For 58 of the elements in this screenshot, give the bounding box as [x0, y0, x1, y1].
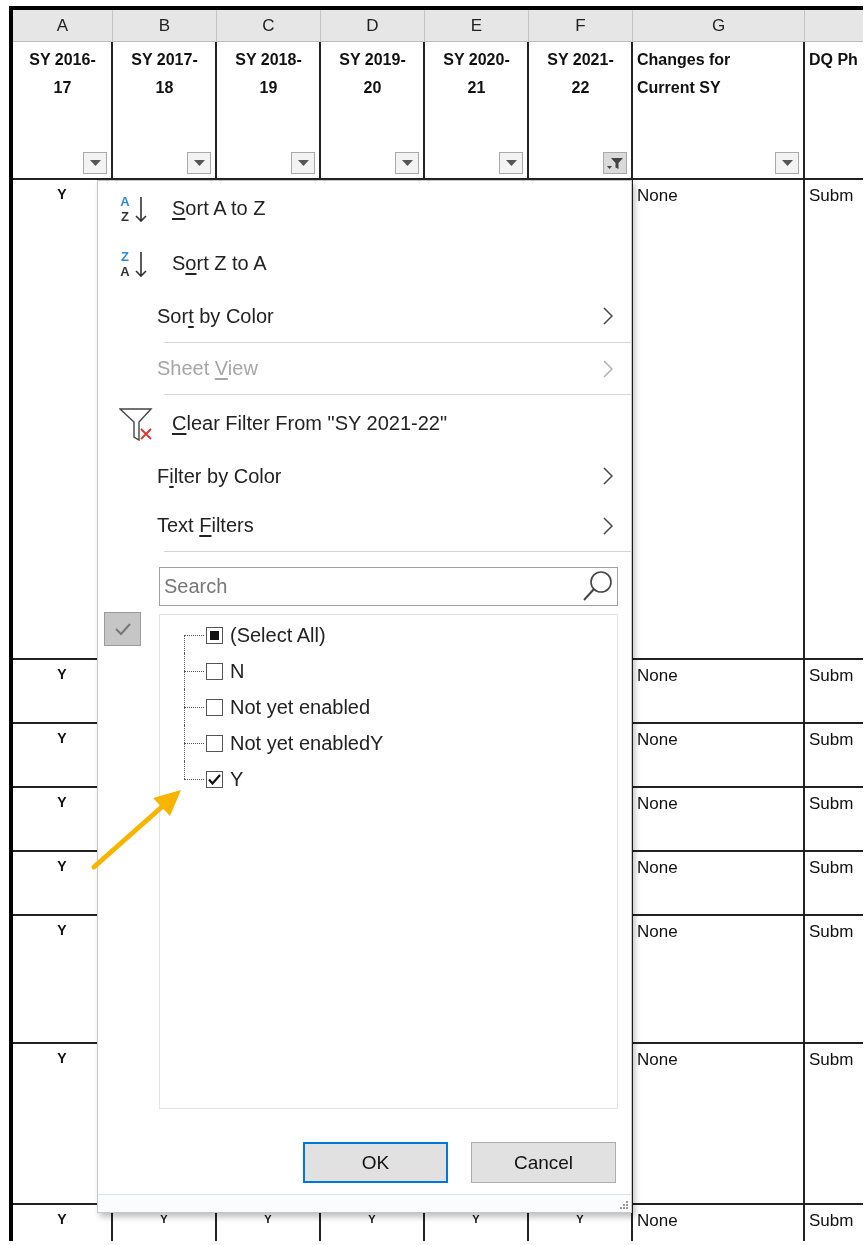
- column-letter[interactable]: E: [425, 10, 529, 42]
- column-letter[interactable]: D: [321, 10, 425, 42]
- table-cell: Subm: [805, 788, 863, 852]
- filter-dropdown-button[interactable]: [187, 152, 211, 174]
- search-field[interactable]: Search: [159, 567, 618, 607]
- resize-grip-icon[interactable]: [619, 1199, 628, 1209]
- column-header: SY 2018-19: [234, 50, 303, 98]
- table-cell: Subm: [805, 1044, 863, 1205]
- caret-icon: [401, 160, 413, 166]
- caret-icon: [781, 160, 793, 166]
- caret-icon: [297, 160, 309, 166]
- checkbox[interactable]: [206, 734, 223, 752]
- filter-dropdown-button[interactable]: [291, 152, 315, 174]
- checkbox[interactable]: [206, 770, 223, 788]
- value-label[interactable]: Y: [230, 767, 244, 791]
- checkbox[interactable]: [206, 662, 223, 680]
- filter-dropdown-button[interactable]: [499, 152, 523, 174]
- chevron-right-icon: [603, 359, 613, 378]
- column-letter[interactable]: G: [633, 10, 805, 42]
- column-header: DQ Ph: [809, 50, 859, 70]
- value-label[interactable]: (Select All): [230, 623, 326, 647]
- table-cell: Subm: [805, 724, 863, 788]
- filter-dropdown-button[interactable]: [83, 152, 107, 174]
- checkbox[interactable]: [206, 698, 223, 716]
- chevron-right-icon: [603, 307, 613, 326]
- table-cell: Subm: [805, 852, 863, 916]
- dialog-button[interactable]: Cancel: [471, 1142, 616, 1184]
- caret-icon: [193, 160, 205, 166]
- chevron-right-icon: [603, 516, 613, 535]
- column-header: SY 2019-20: [338, 50, 407, 98]
- table-cell: Subm: [805, 660, 863, 724]
- column-header: SY 2021-22: [546, 50, 615, 98]
- filter-dropdown-button[interactable]: [395, 152, 419, 174]
- column-header: Changes for Current SY: [637, 50, 732, 98]
- table-cell: Subm: [805, 916, 863, 1044]
- value-label[interactable]: Not yet enabled: [230, 695, 371, 719]
- filter-icon: [606, 156, 624, 170]
- filter-dropdown-button[interactable]: [775, 152, 799, 174]
- caret-icon: [505, 160, 517, 166]
- table-cell: Subm: [805, 180, 863, 660]
- chevron-right-icon: [603, 467, 613, 486]
- dialog-button[interactable]: OK: [303, 1142, 448, 1184]
- value-label[interactable]: N: [230, 659, 245, 683]
- column-header: SY 2017-18: [130, 50, 199, 98]
- column-letter[interactable]: F: [529, 10, 633, 42]
- filter-dropdown-button[interactable]: [603, 152, 627, 174]
- check-icon: [113, 622, 132, 637]
- checkbox[interactable]: [206, 626, 223, 644]
- confirm-toggle-button[interactable]: [104, 612, 141, 647]
- caret-icon: [89, 160, 101, 166]
- column-letter[interactable]: A: [13, 10, 113, 42]
- value-label[interactable]: Not yet enabledY: [230, 731, 384, 755]
- column-header: SY 2016-17: [28, 50, 97, 98]
- column-letter[interactable]: B: [113, 10, 217, 42]
- column-header: SY 2020-21: [442, 50, 511, 98]
- clear-filter-icon: [119, 406, 153, 441]
- column-letter[interactable]: C: [217, 10, 321, 42]
- table-cell: Subm: [805, 1205, 863, 1241]
